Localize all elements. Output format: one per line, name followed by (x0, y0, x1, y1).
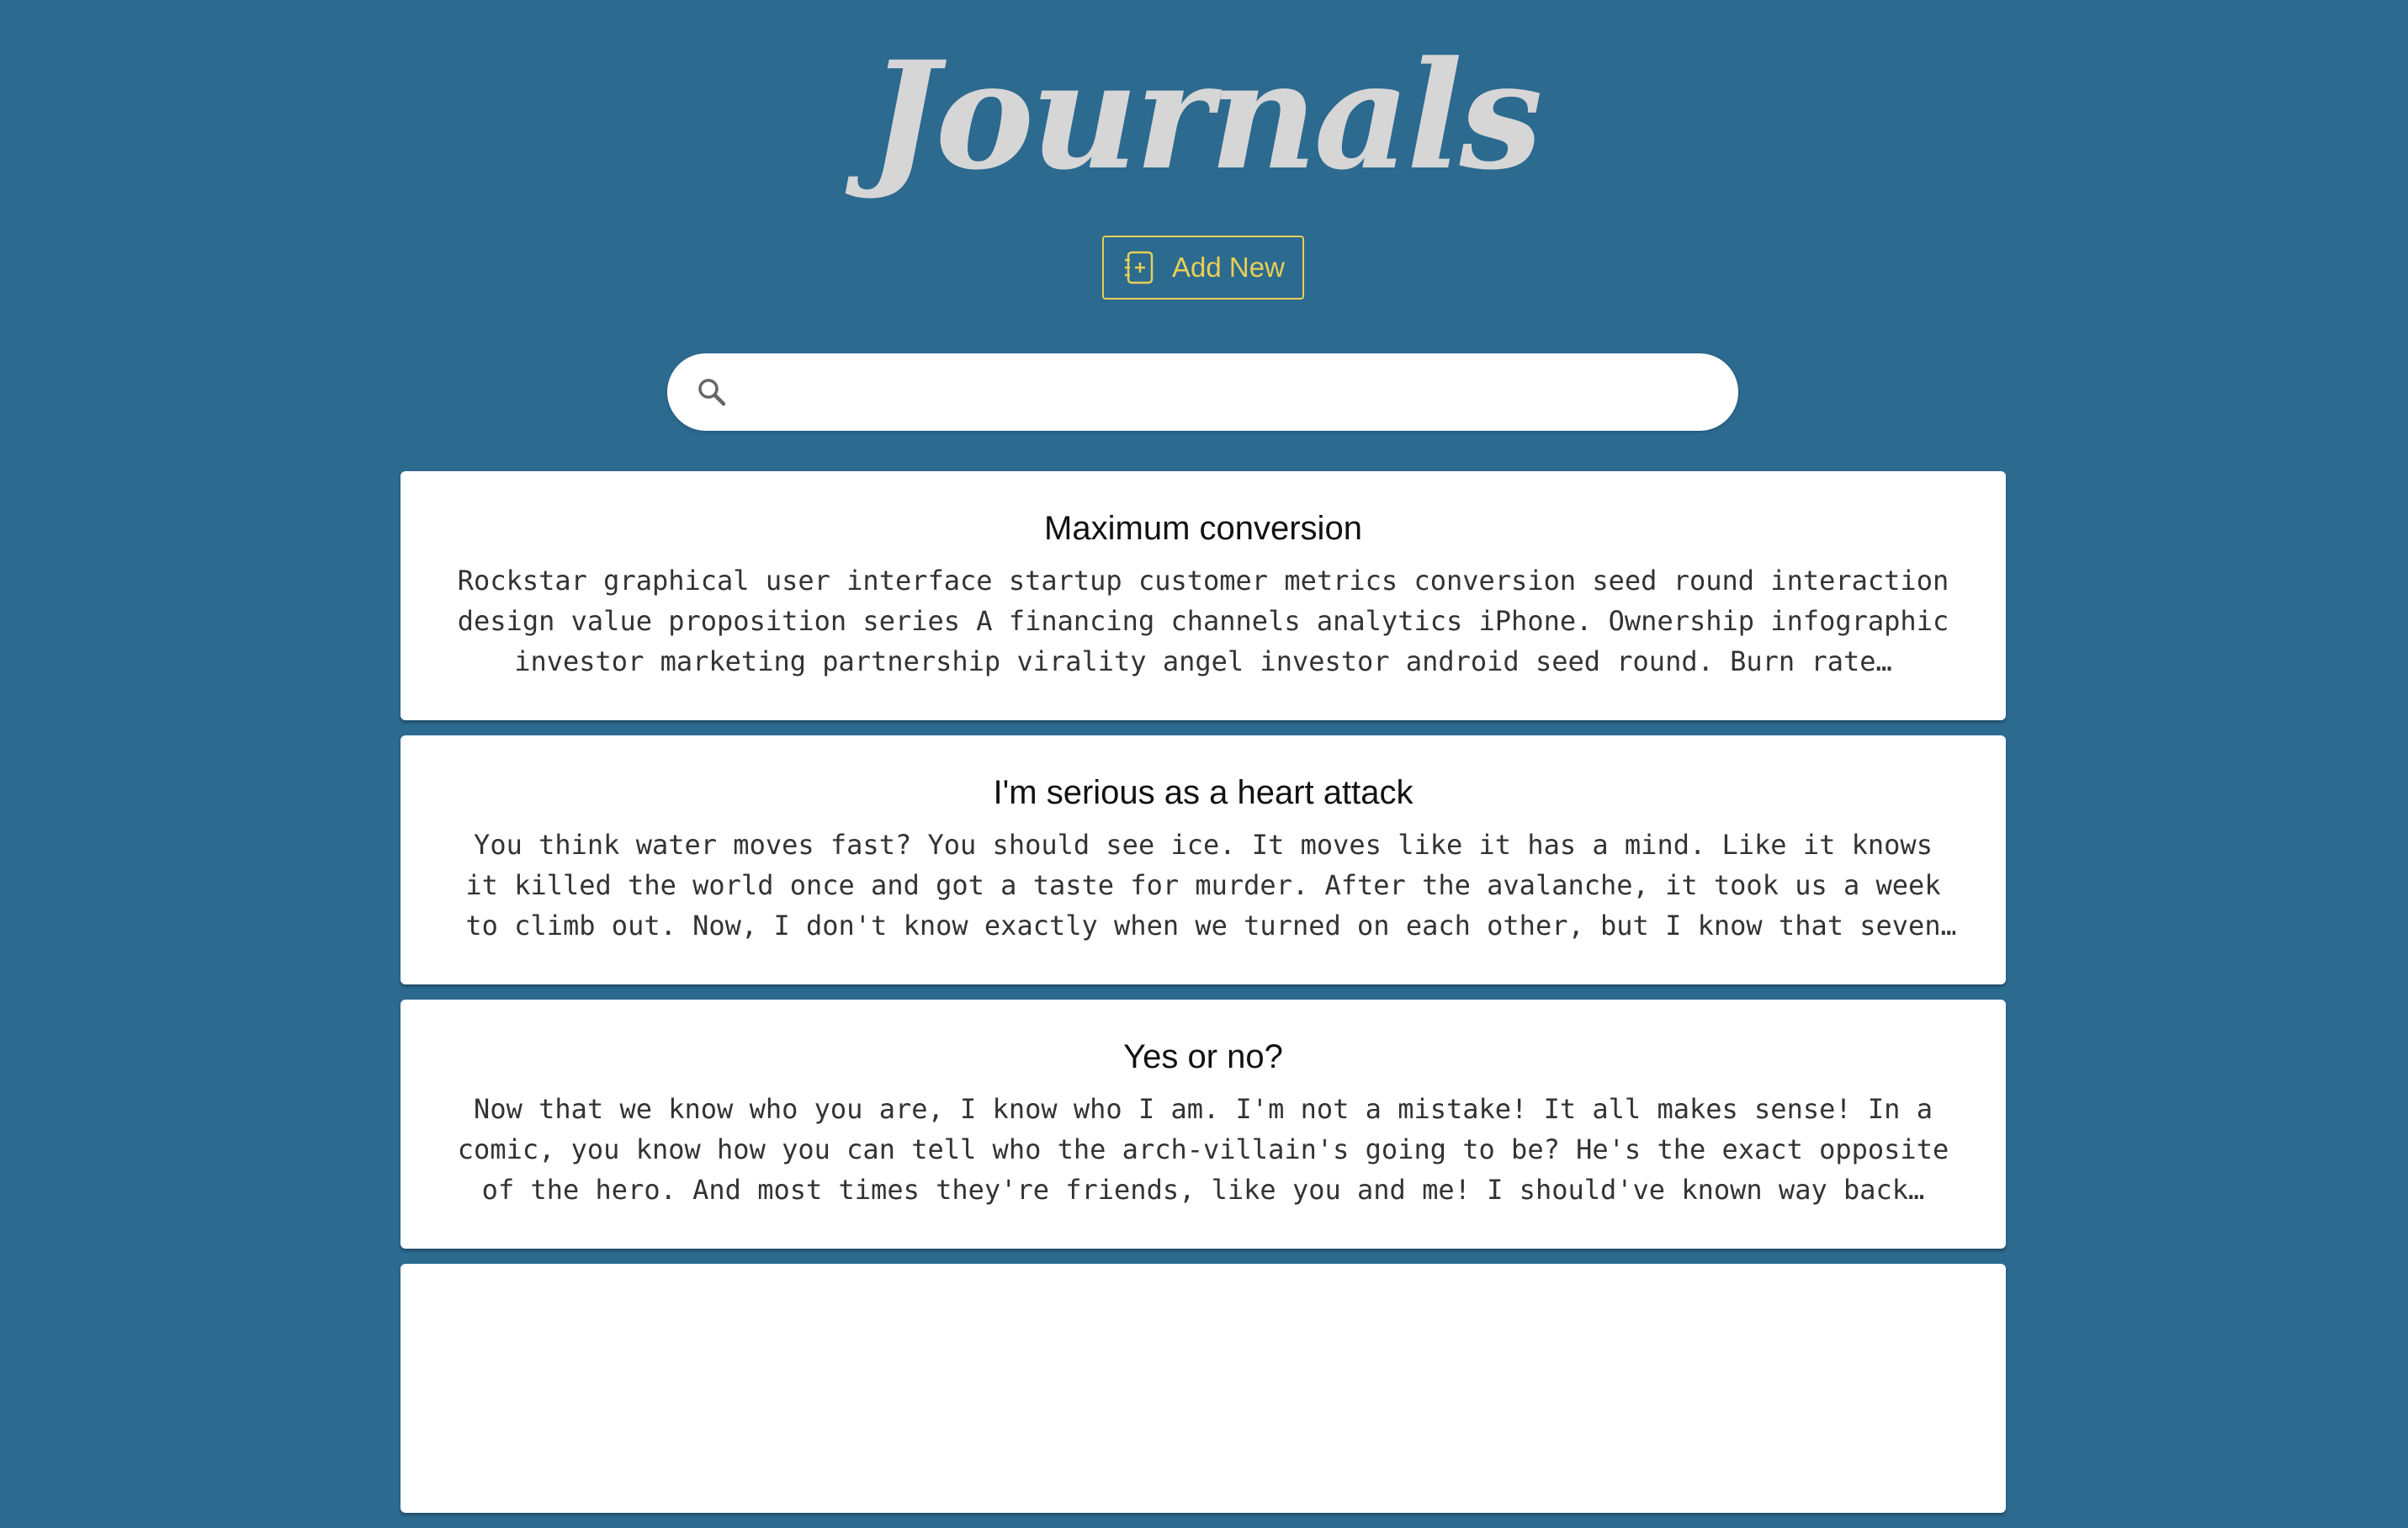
journal-card[interactable]: I'm serious as a heart attack You think … (400, 735, 2006, 984)
journal-excerpt: You think water moves fast? You should s… (465, 829, 1941, 942)
journal-title: I'm serious as a heart attack (993, 774, 1414, 811)
journal-title: Yes or no? (1123, 1038, 1283, 1075)
journal-excerpt: Rockstar graphical user interface startu… (457, 565, 1949, 677)
journal-title: Maximum conversion (1044, 510, 1362, 547)
journal-card[interactable]: Maximum conversion Rockstar graphical us… (400, 471, 2006, 720)
add-new-button[interactable]: Add New (1102, 236, 1304, 300)
add-new-label: Add New (1172, 252, 1285, 283)
journal-card[interactable]: Yes or no? Now that we know who you are,… (400, 1000, 2006, 1249)
search-input[interactable] (743, 358, 1705, 427)
journal-list: Maximum conversion Rockstar graphical us… (400, 471, 2006, 1528)
journal-excerpt: Now that we know who you are, I know who… (457, 1093, 1949, 1206)
page-title: Journals (868, 29, 1542, 203)
journal-card-partial[interactable] (400, 1264, 2006, 1513)
search-bar[interactable] (667, 353, 1738, 431)
add-journal-icon (1122, 250, 1157, 285)
search-icon (696, 376, 728, 408)
